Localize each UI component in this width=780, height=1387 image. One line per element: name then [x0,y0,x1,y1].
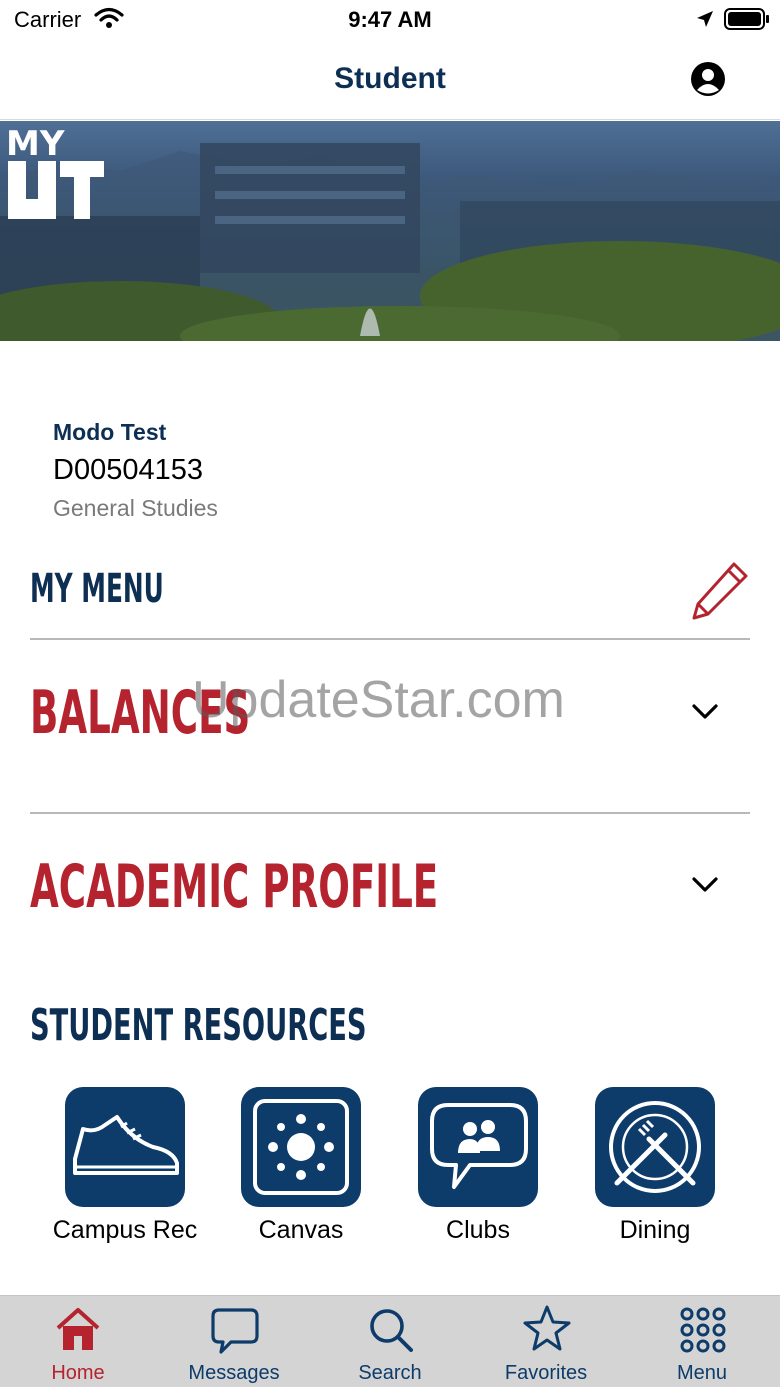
my-menu-heading: MY MENU [30,566,164,612]
chevron-down-icon [692,704,718,719]
tab-favorites[interactable]: Favorites [468,1296,624,1387]
tab-search[interactable]: Search [312,1296,468,1387]
student-program: General Studies [53,495,218,521]
resource-tile-dining[interactable]: Dining [580,1087,730,1257]
tab-menu[interactable]: Menu [624,1296,780,1387]
grid-dots-icon [680,1307,726,1353]
student-resources-heading: STUDENT RESOURCES [30,1000,367,1051]
resource-label: Clubs [446,1216,510,1244]
chat-bubble-icon [211,1308,259,1354]
resource-tile-campus-rec[interactable]: Campus Rec [50,1087,200,1257]
tab-label: Menu [676,1362,728,1384]
student-name: Modo Test [53,419,167,445]
sneaker-icon [65,1087,185,1207]
student-id: D00504153 [53,454,203,486]
chat-group-icon [418,1087,538,1207]
canvas-logo-icon [241,1087,361,1207]
tab-label: Search [358,1362,422,1384]
tab-messages[interactable]: Messages [156,1296,312,1387]
plate-utensils-icon [595,1087,715,1207]
accordion-academic-profile[interactable]: ACADEMIC PROFILE [0,814,780,984]
home-icon [56,1308,100,1350]
resource-label: Canvas [258,1216,344,1244]
resource-label: Campus Rec [52,1216,198,1244]
tab-label: Home [51,1362,105,1384]
campus-photo [0,143,780,341]
resource-tile-canvas[interactable]: Canvas [226,1087,376,1257]
pencil-icon[interactable] [690,560,750,620]
resource-tile-clubs[interactable]: Clubs [403,1087,553,1257]
status-bar: Carrier 9:47 AM [0,0,780,40]
tab-label: Favorites [504,1362,588,1384]
tab-label: Messages [188,1362,280,1384]
navigation-bar: Student [0,40,780,120]
star-icon [523,1305,571,1351]
accordion-title: ACADEMIC PROFILE [30,852,439,922]
page-title: Student [334,62,446,95]
battery-icon [724,8,769,30]
location-arrow-icon [697,11,713,27]
clock-time: 9:47 AM [348,7,432,32]
resource-label: Dining [619,1216,691,1244]
person-circle-icon[interactable] [690,61,726,97]
tab-home[interactable]: Home [0,1296,156,1387]
myut-logo: MY [6,124,104,219]
campus-banner: MY [0,121,780,341]
chevron-down-icon [692,877,718,892]
magnifier-icon [370,1309,413,1352]
svg-text:MY: MY [6,124,65,164]
tab-bar: Home Messages Search Favorites Menu [0,1295,780,1387]
watermark: UpdateStar.com [192,671,565,729]
